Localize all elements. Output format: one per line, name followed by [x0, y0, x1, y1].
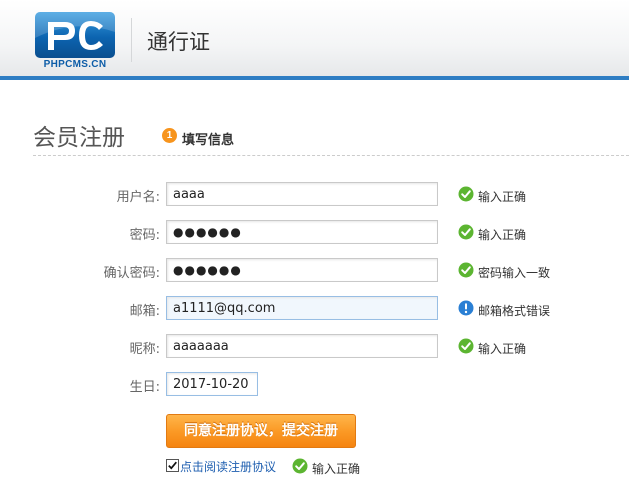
password-row: 密码: 输入正确: [0, 220, 629, 246]
nickname-label: 昵称:: [129, 342, 160, 357]
nickname-input[interactable]: [166, 334, 438, 358]
password-input[interactable]: [166, 220, 438, 244]
birthday-label: 生日:: [129, 380, 160, 395]
email-label: 邮箱:: [129, 304, 160, 319]
confirm-password-row: 确认密码: 密码输入一致: [0, 258, 629, 284]
check-icon: [458, 186, 474, 202]
info-icon: [458, 300, 474, 316]
birthday-row: 生日:: [0, 372, 629, 398]
site-logo[interactable]: PHPCMS.CN: [35, 12, 115, 72]
header-divider: [131, 18, 132, 62]
check-icon: [458, 224, 474, 240]
username-label: 用户名:: [116, 190, 160, 205]
section-divider: [33, 155, 629, 156]
page-title: 通行证: [147, 30, 210, 54]
step-label: 填写信息: [182, 133, 235, 148]
agreement-link[interactable]: 点击阅读注册协议: [180, 458, 276, 475]
submit-button[interactable]: 同意注册协议，提交注册: [166, 414, 356, 448]
email-row: 邮箱: 邮箱格式错误: [0, 296, 629, 322]
password-label: 密码:: [129, 228, 160, 243]
username-row: 用户名: 输入正确: [0, 182, 629, 208]
step-number-badge: 1: [162, 128, 177, 143]
nickname-status-text: 输入正确: [478, 342, 527, 356]
agreement-status-text: 输入正确: [312, 462, 361, 476]
confirm-password-status-text: 密码输入一致: [478, 266, 551, 280]
confirm-password-input[interactable]: [166, 258, 438, 282]
logo-mark: [35, 12, 115, 58]
email-status-text: 邮箱格式错误: [478, 304, 551, 318]
username-status-text: 输入正确: [478, 190, 527, 204]
confirm-password-label: 确认密码:: [103, 266, 160, 281]
password-status-text: 输入正确: [478, 228, 527, 242]
section-title: 会员注册: [33, 125, 125, 151]
nickname-row: 昵称: 输入正确: [0, 334, 629, 360]
header-accent-bar: [0, 76, 629, 80]
header: PHPCMS.CN 通行证: [0, 0, 629, 76]
email-input[interactable]: [166, 296, 438, 320]
agreement-checkbox[interactable]: [166, 459, 179, 472]
check-icon: [458, 338, 474, 354]
logo-text: PHPCMS.CN: [43, 59, 107, 70]
check-icon: [292, 458, 308, 474]
birthday-input[interactable]: [166, 372, 258, 396]
username-input[interactable]: [166, 182, 438, 206]
check-icon: [458, 262, 474, 278]
